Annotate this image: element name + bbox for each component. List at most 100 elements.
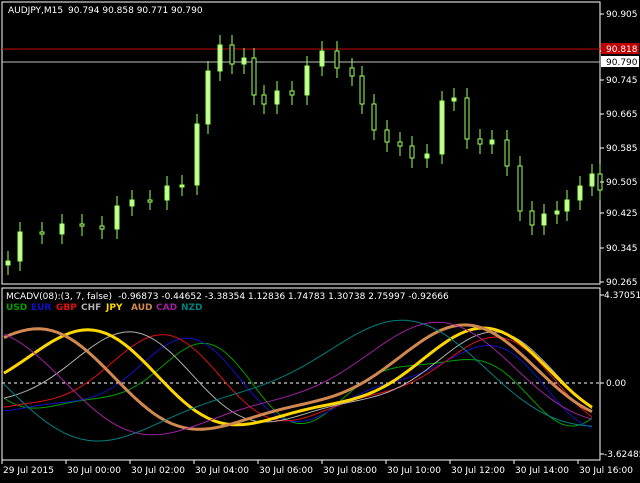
time-tick: 30 Jul 14:00 [513, 460, 569, 476]
time-tick: 29 Jul 2015 [1, 460, 54, 476]
candle [451, 88, 457, 111]
svg-text:90.790: 90.790 [606, 58, 638, 68]
candle [217, 35, 223, 81]
candle [554, 201, 560, 224]
price-tick: 90.905 [600, 10, 638, 20]
indicator-pane[interactable]: MCADV(08):(3, 7, false) -0.96873 -0.4465… [1, 287, 601, 461]
price-pane-frame [1, 1, 601, 285]
chart-canvas[interactable]: AUDJPY,M15 90.794 90.858 90.771 90.790 9… [0, 0, 640, 480]
candle [439, 91, 445, 164]
candle [589, 164, 595, 196]
candle [39, 222, 45, 244]
legend-eur: EUR [31, 303, 51, 313]
candle [359, 66, 365, 114]
indicator-axis: 4.37051 0.00 -3.62485 [600, 291, 640, 460]
svg-text:30 Jul 12:00: 30 Jul 12:00 [451, 466, 505, 476]
legend-aud: AUD [131, 303, 152, 313]
candle [504, 130, 510, 176]
candle [289, 81, 295, 105]
candle [371, 94, 377, 140]
svg-text:90.905: 90.905 [606, 10, 638, 20]
candle [384, 120, 390, 152]
svg-text:30 Jul 00:00: 30 Jul 00:00 [67, 466, 121, 476]
price-tick: 90.665 [600, 110, 638, 120]
indicator-lines [3, 319, 593, 442]
candle [319, 41, 325, 76]
candle [194, 114, 200, 195]
svg-text:30 Jul 10:00: 30 Jul 10:00 [387, 466, 441, 476]
indicator-values: -0.96873 -0.44652 -3.38354 1.12836 1.747… [118, 292, 449, 302]
candle [489, 130, 495, 154]
svg-text:30 Jul 04:00: 30 Jul 04:00 [195, 466, 249, 476]
time-tick: 30 Jul 12:00 [449, 460, 505, 476]
candle [424, 144, 430, 168]
indicator-scale-max: 4.37051 [604, 291, 640, 301]
candle [179, 175, 185, 196]
legend-cad: CAD [156, 303, 177, 313]
chart-ohlc-label: 90.794 90.858 90.771 90.790 [68, 6, 203, 16]
candle [241, 48, 247, 74]
chart-window: AUDJPY,M15 90.794 90.858 90.771 90.790 9… [0, 0, 640, 480]
price-tick: 90.505 [600, 178, 638, 188]
candle [577, 176, 583, 210]
candle [397, 132, 403, 156]
svg-text:30 Jul 08:00: 30 Jul 08:00 [323, 466, 377, 476]
candle [164, 176, 170, 210]
time-tick: 30 Jul 16:00 [577, 460, 633, 476]
candle [261, 85, 267, 114]
candle [59, 214, 65, 244]
candle [541, 204, 547, 235]
candle [5, 251, 11, 275]
candle [17, 222, 23, 271]
svg-text:90.265: 90.265 [606, 278, 638, 288]
svg-text:30 Jul 06:00: 30 Jul 06:00 [259, 466, 313, 476]
svg-text:90.425: 90.425 [606, 209, 638, 219]
time-tick: 30 Jul 02:00 [129, 460, 185, 476]
candle [529, 201, 535, 235]
price-axis[interactable]: 90.905 90.825 90.745 90.665 90.585 90.50… [600, 10, 639, 288]
candle [477, 129, 483, 154]
indicator-line-jpy [3, 326, 593, 427]
svg-text:90.505: 90.505 [606, 178, 638, 188]
time-tick: 30 Jul 10:00 [385, 460, 441, 476]
time-tick: 30 Jul 04:00 [193, 460, 249, 476]
ask-price-tag: 90.818 [601, 43, 639, 55]
candle [274, 81, 280, 114]
svg-text:90.818: 90.818 [606, 45, 638, 55]
indicator-legend: USD EUR GBP CHF JPY AUD CAD NZD [6, 303, 203, 313]
indicator-scale-min: -3.62485 [604, 450, 640, 460]
time-tick: 30 Jul 06:00 [257, 460, 313, 476]
candle [79, 214, 85, 236]
candle [517, 156, 523, 221]
candle [205, 61, 211, 134]
price-tick: 90.585 [600, 144, 638, 154]
svg-text:90.745: 90.745 [606, 76, 638, 86]
svg-text:30 Jul 02:00: 30 Jul 02:00 [131, 466, 185, 476]
time-tick: 30 Jul 08:00 [321, 460, 377, 476]
candle [464, 88, 470, 149]
legend-jpy: JPY [105, 303, 123, 313]
legend-usd: USD [6, 303, 27, 313]
time-tick: 30 Jul 00:00 [65, 460, 121, 476]
svg-text:90.665: 90.665 [606, 110, 638, 120]
candle [304, 56, 310, 105]
bid-price-tag: 90.790 [601, 56, 639, 68]
candle [334, 41, 340, 78]
svg-text:30 Jul 14:00: 30 Jul 14:00 [515, 466, 569, 476]
candle [251, 48, 257, 105]
svg-text:29 Jul 2015: 29 Jul 2015 [3, 466, 54, 476]
svg-text:30 Jul 16:00: 30 Jul 16:00 [579, 466, 633, 476]
time-axis[interactable]: 29 Jul 2015 30 Jul 00:00 30 Jul 02:00 30… [1, 460, 633, 476]
indicator-pane-frame [1, 287, 601, 461]
candle [99, 216, 105, 239]
price-tick: 90.425 [600, 209, 638, 219]
legend-chf: CHF [81, 303, 101, 313]
price-tick: 90.265 [600, 278, 638, 288]
candle [229, 35, 235, 74]
price-pane[interactable]: AUDJPY,M15 90.794 90.858 90.771 90.790 [1, 1, 603, 285]
legend-nzd: NZD [181, 303, 203, 313]
indicator-scale-zero: 0.00 [606, 379, 626, 389]
candle [564, 190, 570, 221]
candle [409, 136, 415, 168]
indicator-line-aud [3, 323, 593, 431]
